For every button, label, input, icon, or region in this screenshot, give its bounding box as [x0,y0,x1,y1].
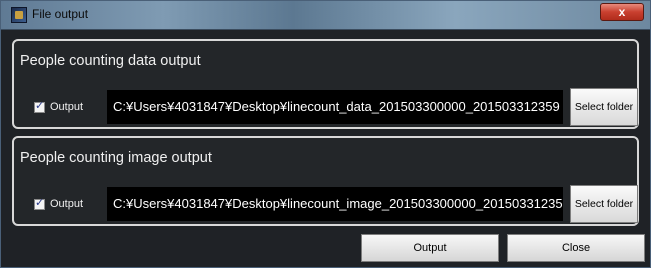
close-button[interactable]: Close [507,234,645,262]
checkbox-check-icon[interactable] [34,196,45,210]
image-output-title: People counting image output [20,150,212,166]
title-bar[interactable]: File output x [1,1,650,30]
data-output-checkbox-label: Output [50,101,84,113]
window-close-button[interactable]: x [600,3,644,21]
image-select-folder-button[interactable]: Select folder [570,185,638,223]
data-output-title: People counting data output [20,53,201,69]
data-output-group: People counting data output Output C:¥Us… [12,39,639,129]
image-output-path-field[interactable]: C:¥Users¥4031847¥Desktop¥linecount_image… [107,187,563,221]
output-button[interactable]: Output [361,234,499,262]
checkbox-check-icon[interactable] [34,99,45,113]
window-title: File output [32,7,89,21]
app-icon [11,7,27,23]
image-output-checkbox-label: Output [50,198,84,210]
image-output-group: People counting image output Output C:¥U… [12,136,639,226]
data-output-path-field[interactable]: C:¥Users¥4031847¥Desktop¥linecount_data_… [107,90,563,124]
data-select-folder-button[interactable]: Select folder [570,88,638,126]
image-output-checkbox[interactable]: Output [34,196,84,210]
file-output-dialog: File output x People counting data outpu… [0,0,651,268]
data-output-checkbox[interactable]: Output [34,99,84,113]
